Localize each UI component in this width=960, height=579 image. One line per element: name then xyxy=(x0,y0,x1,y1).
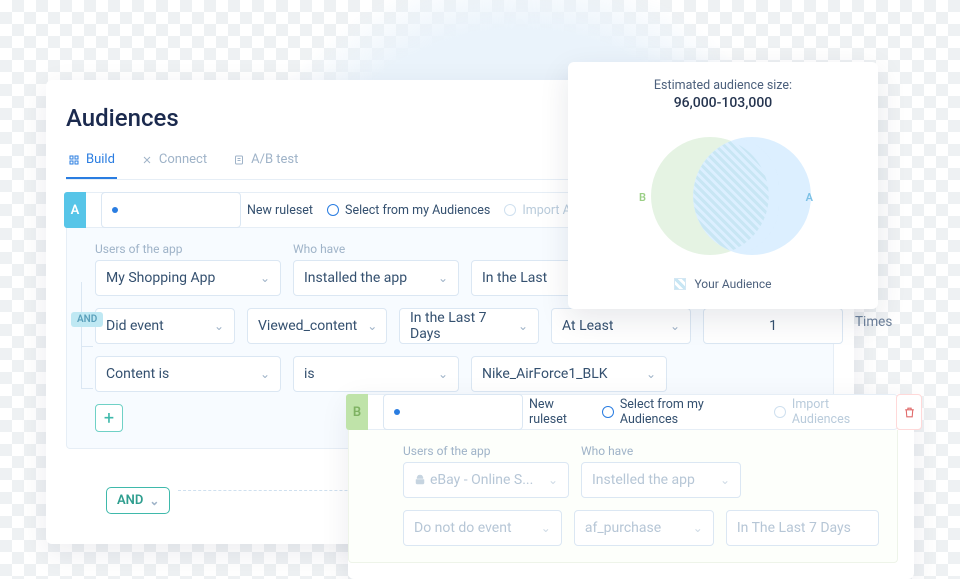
property-field-select[interactable]: Content is ⌄ xyxy=(95,356,281,392)
chevron-down-icon: ⌄ xyxy=(518,319,528,333)
option-new-ruleset-label: New ruleset xyxy=(247,203,313,218)
chevron-down-icon: ⌄ xyxy=(720,473,730,487)
event-window-value: In the Last 7 Days xyxy=(410,310,508,342)
who-have-window-value: In the Last xyxy=(482,270,547,286)
and-button-label: AND xyxy=(117,493,143,508)
chevron-down-icon: ⌄ xyxy=(214,319,224,333)
ruleset-b-header: New ruleset Select from my Audiences Imp… xyxy=(348,394,898,430)
event-window-select[interactable]: In The Last 7 Days xyxy=(726,510,879,546)
event-name-select[interactable]: Viewed_content ⌄ xyxy=(247,308,387,344)
option-new-ruleset-label: New ruleset xyxy=(529,397,588,427)
option-select-label: Select from my Audiences xyxy=(620,397,760,427)
venn-label-a: A xyxy=(806,191,813,204)
option-select-label: Select from my Audiences xyxy=(345,203,490,218)
property-field-value: Content is xyxy=(106,366,169,382)
android-icon xyxy=(414,474,426,486)
property-value-select[interactable]: Nike_AirForce1_BLK ⌄ xyxy=(471,356,667,392)
condition-row: Content is ⌄ is ⌄ Nike_AirForce1_BLK ⌄ xyxy=(95,356,815,392)
chevron-down-icon: ⌄ xyxy=(260,367,270,381)
event-type-value: Did event xyxy=(106,318,164,334)
label-who-have: Who have xyxy=(581,444,741,458)
estimator-title: Estimated audience size: xyxy=(588,78,858,93)
tab-abtest[interactable]: A/B test xyxy=(231,146,300,179)
who-have-select[interactable]: Instelled the app ⌄ xyxy=(581,462,741,498)
condition-row: Did event ⌄ Viewed_content ⌄ In the Last 7… xyxy=(95,308,815,344)
label-who-have: Who have xyxy=(293,242,459,256)
tree-line xyxy=(81,282,82,388)
tab-connect[interactable]: Connect xyxy=(139,146,209,179)
legend-label: Your Audience xyxy=(694,277,771,291)
delete-ruleset-b-button[interactable] xyxy=(896,394,922,430)
chevron-down-icon: ⌄ xyxy=(541,521,551,535)
who-have-value: Instelled the app xyxy=(592,472,695,488)
event-type-select[interactable]: Did event ⌄ xyxy=(95,308,235,344)
tab-connect-label: Connect xyxy=(159,152,207,167)
property-op-select[interactable]: is ⌄ xyxy=(293,356,459,392)
chevron-down-icon: ⌄ xyxy=(260,271,270,285)
chevron-down-icon: ⌄ xyxy=(367,319,377,333)
chevron-down-icon: ⌄ xyxy=(548,473,558,487)
venn-intersection xyxy=(679,137,779,255)
condition-row: Do not do event ⌄ af_purchase ⌄ In The Las… xyxy=(403,510,879,546)
app-select[interactable]: My Shopping App ⌄ xyxy=(95,260,281,296)
event-comparator-value: At Least xyxy=(562,318,613,334)
option-select-from-audiences[interactable]: Select from my Audiences xyxy=(602,397,760,427)
ruleset-b-badge: B xyxy=(346,394,368,430)
legend-swatch xyxy=(674,278,686,290)
audience-estimator-card: Estimated audience size: 96,000-103,000 … xyxy=(568,62,878,309)
option-import-audiences[interactable]: Import Audiences xyxy=(774,397,887,427)
tab-build[interactable]: Build xyxy=(66,146,117,179)
event-name-value: Viewed_content xyxy=(258,318,357,334)
who-have-select[interactable]: Installed the app ⌄ xyxy=(293,260,459,296)
event-window-select[interactable]: In the Last 7 Days ⌄ xyxy=(399,308,539,344)
chevron-down-icon: ⌄ xyxy=(438,367,448,381)
app-select[interactable]: eBay - Online S... ⌄ xyxy=(403,462,569,498)
build-icon xyxy=(68,154,80,166)
event-type-select[interactable]: Do not do event ⌄ xyxy=(403,510,562,546)
label-users-of-app: Users of the app xyxy=(95,242,281,256)
app-select-value: eBay - Online S... xyxy=(430,472,533,488)
event-window-value: In The Last 7 Days xyxy=(737,520,851,536)
ruleset-join-and-button[interactable]: AND ⌄ xyxy=(106,487,170,514)
chevron-down-icon: ⌄ xyxy=(149,494,159,508)
who-have-value: Installed the app xyxy=(304,270,407,286)
tree-branch xyxy=(81,346,93,347)
tab-build-label: Build xyxy=(86,152,115,167)
ruleset-b-body: Users of the app eBay - Online S... ⌄ Wh… xyxy=(348,430,898,563)
chevron-down-icon: ⌄ xyxy=(670,319,680,333)
option-select-from-audiences[interactable]: Select from my Audiences xyxy=(327,203,490,218)
event-comparator-select[interactable]: At Least ⌄ xyxy=(551,308,691,344)
chevron-down-icon: ⌄ xyxy=(438,271,448,285)
estimator-value: 96,000-103,000 xyxy=(588,95,858,111)
connect-icon xyxy=(141,154,153,166)
add-condition-button[interactable]: + xyxy=(95,404,123,432)
tree-branch xyxy=(81,388,93,389)
and-connector-pill: AND xyxy=(71,312,103,327)
ruleset-a-badge: A xyxy=(64,192,86,228)
property-value-value: Nike_AirForce1_BLK xyxy=(482,366,608,382)
chevron-down-icon: ⌄ xyxy=(693,521,703,535)
condition-row: Users of the app eBay - Online S... ⌄ Wh… xyxy=(403,444,879,498)
tab-abtest-label: A/B test xyxy=(251,152,298,167)
venn-label-b: B xyxy=(639,191,646,204)
event-name-select[interactable]: af_purchase ⌄ xyxy=(574,510,714,546)
chevron-down-icon: ⌄ xyxy=(646,367,656,381)
venn-diagram: B A xyxy=(633,127,813,267)
event-count-input[interactable]: 1 xyxy=(703,308,843,344)
event-type-value: Do not do event xyxy=(414,520,512,536)
ruleset-b-card: B New ruleset Select from my Audiences I… xyxy=(348,394,914,579)
app-select-value: My Shopping App xyxy=(106,270,215,286)
option-new-ruleset[interactable]: New ruleset xyxy=(101,192,313,228)
event-count-value: 1 xyxy=(769,318,777,334)
label-users-of-app: Users of the app xyxy=(403,444,569,458)
trash-icon xyxy=(903,406,916,419)
abtest-icon xyxy=(233,154,245,166)
estimator-legend: Your Audience xyxy=(588,277,858,291)
event-name-value: af_purchase xyxy=(585,520,661,536)
option-new-ruleset[interactable]: New ruleset xyxy=(383,394,588,430)
property-op-value: is xyxy=(304,366,315,382)
times-label: Times xyxy=(855,314,892,338)
option-import-label: Import Audiences xyxy=(792,397,887,427)
